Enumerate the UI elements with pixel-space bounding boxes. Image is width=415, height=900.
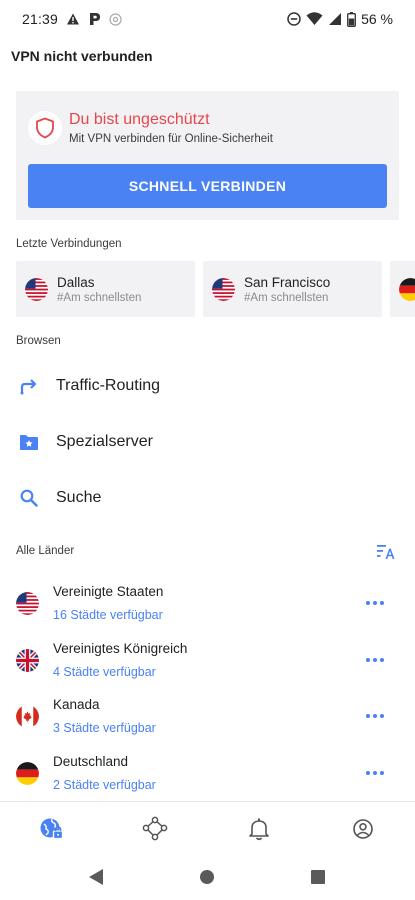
wifi-icon [306, 12, 323, 26]
search-icon [18, 487, 40, 509]
notification-app-icon [109, 12, 122, 26]
browse-item-special-servers[interactable]: Spezialserver [0, 416, 415, 468]
more-options-icon[interactable] [362, 708, 388, 724]
de-flag-icon [16, 762, 39, 785]
browse-item-traffic-routing[interactable]: Traffic-Routing [0, 360, 415, 412]
us-flag-icon [16, 592, 39, 615]
browse-item-label: Traffic-Routing [56, 377, 161, 394]
page-title: VPN nicht verbunden [11, 48, 153, 64]
nav-vpn-globe-lock-icon[interactable] [39, 816, 65, 842]
recent-city: San Francisco [244, 274, 331, 290]
recent-connections-label: Letzte Verbindungen [16, 238, 122, 250]
country-cities-count[interactable]: 4 Städte verfügbar [53, 665, 156, 679]
recent-tag: #Am schnellsten [57, 291, 142, 304]
home-circle-icon[interactable] [197, 867, 217, 887]
recent-city: Dallas [57, 274, 95, 290]
country-name: Vereinigtes Königreich [53, 641, 188, 656]
quick-connect-button[interactable]: SCHNELL VERBINDEN [28, 164, 387, 208]
country-cities-count[interactable]: 3 Städte verfügbar [53, 721, 156, 735]
nav-notifications-bell-icon[interactable] [246, 816, 272, 842]
country-name: Deutschland [53, 754, 129, 769]
recent-connection-dallas[interactable]: Dallas #Am schnellsten [16, 261, 195, 317]
nav-meshnet-network-nodes-icon[interactable] [142, 816, 168, 842]
routing-arrow-icon [18, 375, 40, 397]
country-row-united-kingdom[interactable]: Vereinigtes Königreich 4 Städte verfügba… [0, 634, 415, 688]
de-flag-icon [399, 278, 415, 301]
system-navigation-bar [0, 853, 415, 900]
more-options-icon[interactable] [362, 652, 388, 668]
recent-connection-san-francisco[interactable]: San Francisco #Am schnellsten [203, 261, 382, 317]
battery-icon [347, 11, 357, 27]
country-cities-count[interactable]: 2 Städte verfügbar [53, 778, 156, 792]
us-flag-icon [212, 278, 235, 301]
browse-item-label: Spezialserver [56, 433, 153, 450]
status-time: 21:39 [22, 11, 59, 27]
parking-app-icon [88, 12, 101, 26]
browse-label: Browsen [16, 335, 61, 347]
country-name: Kanada [53, 697, 100, 712]
gb-flag-icon [16, 649, 39, 672]
signal-icon [328, 12, 342, 26]
us-flag-icon [25, 278, 48, 301]
browse-item-label: Suche [56, 489, 102, 506]
country-row-germany[interactable]: Deutschland 2 Städte verfügbar [0, 747, 415, 801]
protection-card: Du bist ungeschützt Mit VPN verbinden fü… [16, 91, 399, 220]
do-not-disturb-icon [287, 12, 301, 26]
all-countries-label: Alle Länder [16, 545, 75, 557]
ca-flag-icon [16, 705, 39, 728]
protection-status-title: Du bist ungeschützt [69, 111, 210, 128]
star-folder-icon [18, 431, 40, 453]
more-options-icon[interactable] [362, 595, 388, 611]
nav-profile-account-icon[interactable] [350, 816, 376, 842]
country-row-united-states[interactable]: Vereinigte Staaten 16 Städte verfügbar [0, 577, 415, 631]
recents-square-icon[interactable] [308, 867, 328, 887]
recent-connection-germany[interactable] [390, 261, 415, 317]
country-name: Vereinigte Staaten [53, 584, 164, 599]
browse-item-search[interactable]: Suche [0, 472, 415, 524]
back-triangle-icon[interactable] [86, 867, 106, 887]
status-bar: 21:39 56 % [0, 0, 415, 38]
warning-icon [66, 12, 80, 26]
country-cities-count[interactable]: 16 Städte verfügbar [53, 608, 163, 622]
country-row-canada[interactable]: Kanada 3 Städte verfügbar [0, 690, 415, 744]
recent-tag: #Am schnellsten [244, 291, 329, 304]
protection-status-subtitle: Mit VPN verbinden für Online-Sicherheit [69, 133, 273, 145]
more-options-icon[interactable] [362, 765, 388, 781]
battery-percent: 56 % [361, 11, 393, 27]
sort-alphabetical-icon[interactable] [376, 543, 396, 561]
shield-icon [28, 111, 62, 145]
bottom-navigation [0, 801, 415, 853]
